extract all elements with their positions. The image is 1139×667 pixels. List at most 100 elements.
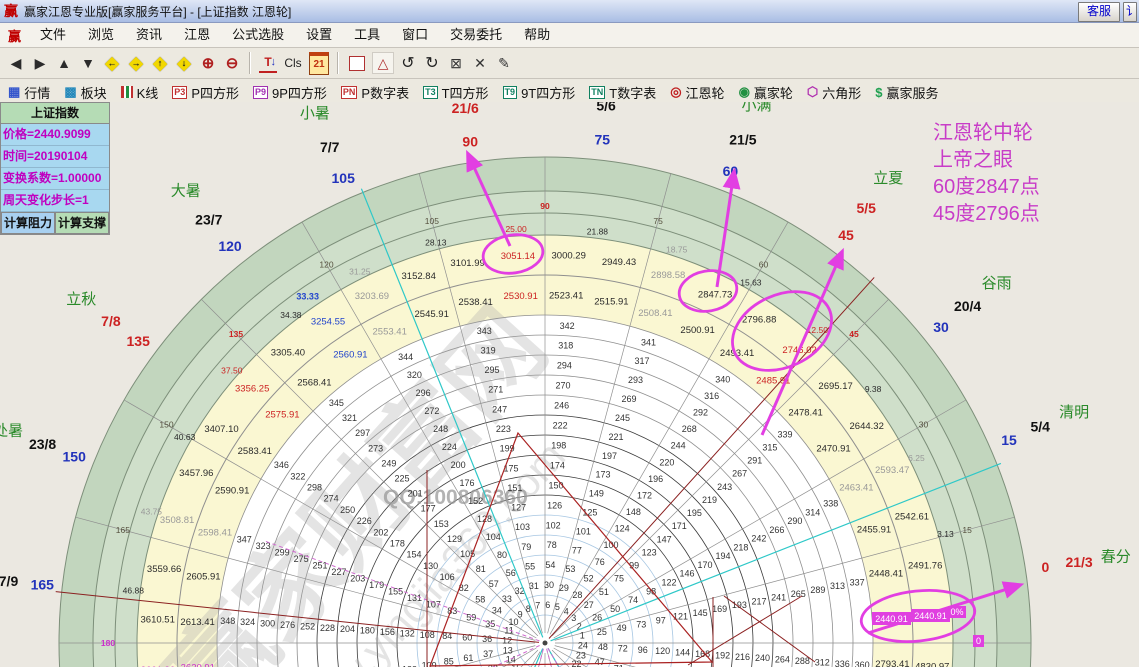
svg-text:46.88: 46.88 — [123, 586, 145, 596]
svg-text:21.88: 21.88 — [587, 226, 609, 236]
svg-text:51: 51 — [599, 587, 609, 597]
svg-text:195: 195 — [687, 508, 702, 518]
svg-text:2949.43: 2949.43 — [602, 257, 636, 268]
svg-text:172: 172 — [637, 490, 652, 500]
service-button[interactable]: 客服 — [1077, 2, 1120, 22]
svg-text:47: 47 — [595, 657, 605, 667]
svg-text:4: 4 — [564, 607, 569, 617]
svg-text:319: 319 — [481, 346, 496, 356]
down-icon[interactable]: ▼ — [76, 51, 100, 75]
diamond-right-icon[interactable]: ◆ → — [124, 51, 148, 75]
svg-text:53: 53 — [565, 564, 575, 574]
svg-text:126: 126 — [547, 500, 562, 510]
tab-9t-square[interactable]: T9 9T四方形 — [502, 83, 575, 102]
svg-text:49: 49 — [617, 623, 627, 633]
calc-support-button[interactable]: 计算支撑 — [55, 212, 109, 234]
tab-sectors[interactable]: ▩ 板块 — [64, 83, 106, 102]
svg-text:218: 218 — [733, 542, 748, 552]
annotation-line: 45度2796点 — [933, 203, 1040, 225]
menu-file[interactable]: 文件 — [29, 23, 77, 47]
svg-text:201: 201 — [408, 489, 423, 499]
calc-resistance-button[interactable]: 计算阻力 — [1, 212, 55, 234]
tab-kline[interactable]: K线 — [120, 83, 158, 102]
edit-tool-icon[interactable]: ✎ — [492, 51, 516, 75]
chart-area: 赢家财富网www.yingjia360.comQQ:10080636012345… — [0, 102, 1139, 667]
svg-text:170: 170 — [697, 560, 712, 570]
tab-t-square[interactable]: T3 T四方形 — [423, 83, 489, 102]
x-box-icon[interactable]: ⊠ — [444, 51, 468, 75]
svg-text:6: 6 — [545, 600, 550, 610]
svg-text:3305.40: 3305.40 — [271, 347, 305, 358]
menu-browse[interactable]: 浏览 — [77, 23, 125, 47]
svg-text:15: 15 — [1001, 432, 1017, 448]
menu-news[interactable]: 资讯 — [125, 23, 173, 47]
svg-text:339: 339 — [777, 429, 792, 439]
menu-help[interactable]: 帮助 — [513, 23, 561, 47]
svg-text:360: 360 — [855, 660, 870, 667]
svg-text:129: 129 — [447, 534, 462, 544]
tab-quotes[interactable]: ▦ 行情 — [8, 83, 50, 102]
tab-p-table[interactable]: PN P数字表 — [340, 83, 409, 102]
back-icon[interactable]: ◀ — [4, 51, 28, 75]
rotate-cw-icon[interactable]: ↻ — [420, 51, 444, 75]
rotate-ccw-icon[interactable]: ↺ — [396, 51, 420, 75]
svg-text:15: 15 — [962, 525, 972, 535]
svg-text:小满: 小满 — [741, 102, 771, 114]
x-arrows-icon[interactable]: ✕ — [468, 51, 492, 75]
menu-window[interactable]: 窗口 — [391, 23, 439, 47]
tab-service[interactable]: $ 赢家服务 — [875, 83, 938, 102]
svg-text:124: 124 — [615, 524, 630, 534]
parameter-panel: 上证指数 价格=2440.9099 时间=20190104 变换系数=1.000… — [0, 102, 110, 235]
menu-formula[interactable]: 公式选股 — [221, 23, 295, 47]
tab-winner-wheel[interactable]: ◉ 赢家轮 — [739, 83, 793, 102]
cls-button[interactable]: Cls — [280, 51, 306, 75]
svg-text:2796.88: 2796.88 — [742, 315, 776, 326]
menu-trade[interactable]: 交易委托 — [439, 23, 513, 47]
tab-gann-wheel[interactable]: ◎ 江恩轮 — [670, 83, 724, 102]
svg-text:102: 102 — [546, 520, 561, 530]
svg-text:3407.10: 3407.10 — [204, 424, 238, 435]
tab-hexagon[interactable]: ⬡ 六角形 — [807, 83, 861, 102]
up-icon[interactable]: ▲ — [52, 51, 76, 75]
zoom-out-icon[interactable]: ⊖ — [220, 51, 244, 75]
svg-text:2644.32: 2644.32 — [850, 421, 884, 432]
svg-text:180: 180 — [360, 626, 375, 636]
tab-t-table[interactable]: TN T数字表 — [589, 83, 656, 102]
dollar-icon: $ — [875, 84, 883, 100]
triangle-tool-icon[interactable]: △ — [372, 52, 394, 74]
diamond-down-icon[interactable]: ◆ ↓ — [172, 51, 196, 75]
svg-text:2523.41: 2523.41 — [549, 291, 583, 302]
svg-text:316: 316 — [704, 391, 719, 401]
svg-text:28: 28 — [572, 590, 582, 600]
menu-logo: 赢 — [8, 28, 22, 44]
diamond-up-icon[interactable]: ◆ ↑ — [148, 51, 172, 75]
partial-button[interactable]: 讠 — [1123, 2, 1137, 22]
svg-text:清明: 清明 — [1059, 404, 1089, 421]
calendar-icon[interactable]: 21 — [309, 51, 329, 75]
t-down-icon[interactable]: T ↓ — [259, 53, 277, 73]
tab-p-square[interactable]: P3 P四方形 — [172, 83, 239, 102]
svg-text:55: 55 — [525, 561, 535, 571]
tab-9p-square[interactable]: P9 9P四方形 — [252, 83, 327, 102]
svg-text:169: 169 — [712, 604, 727, 614]
svg-text:4830.97: 4830.97 — [915, 662, 949, 667]
svg-text:289: 289 — [810, 585, 825, 595]
hexagon-icon: ⬡ — [806, 84, 819, 99]
menu-tools[interactable]: 工具 — [343, 23, 391, 47]
candlestick-icon — [120, 86, 133, 98]
zoom-in-icon[interactable]: ⊕ — [196, 51, 220, 75]
svg-text:2463.41: 2463.41 — [839, 483, 873, 494]
svg-text:90: 90 — [540, 201, 550, 211]
square-tool-icon[interactable] — [349, 55, 365, 71]
svg-text:315: 315 — [762, 443, 777, 453]
svg-text:2793.41: 2793.41 — [875, 659, 909, 667]
forward-icon[interactable]: ▶ — [28, 51, 52, 75]
menu-settings[interactable]: 设置 — [295, 23, 343, 47]
svg-text:33: 33 — [502, 594, 512, 604]
svg-text:21/5: 21/5 — [729, 132, 756, 148]
svg-text:153: 153 — [434, 519, 449, 529]
menu-gann[interactable]: 江恩 — [173, 23, 221, 47]
svg-text:268: 268 — [682, 424, 697, 434]
svg-text:7: 7 — [535, 601, 540, 611]
diamond-left-icon[interactable]: ◆ ← — [100, 51, 124, 75]
